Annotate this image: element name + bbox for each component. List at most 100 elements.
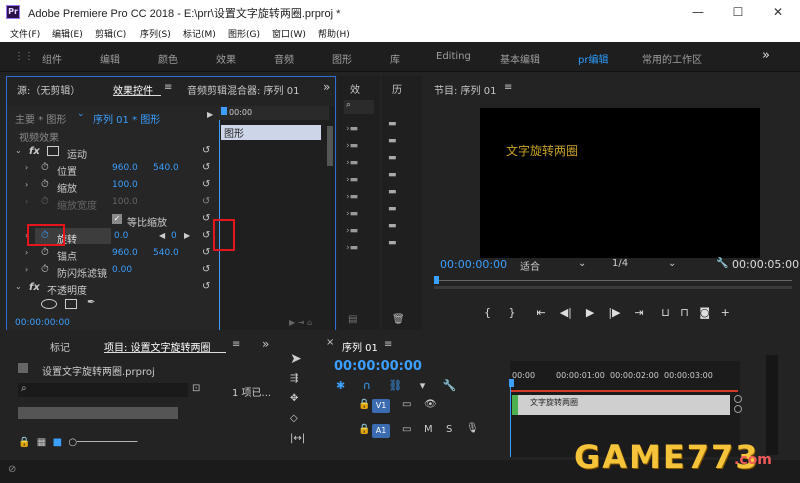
position-y-value[interactable]: 540.0 bbox=[153, 163, 179, 173]
workspace-tab-libraries[interactable]: 库 bbox=[390, 51, 400, 66]
timeline-scroll-handle-bottom[interactable] bbox=[734, 405, 742, 413]
effect-timecode[interactable]: 00:00:00:00 bbox=[15, 318, 70, 328]
reset-scale-icon[interactable]: ↺ bbox=[202, 179, 210, 190]
reset-flicker-icon[interactable]: ↺ bbox=[202, 264, 210, 275]
program-transport-controls[interactable]: { } ⇤ ◀| ▶ |▶ ⇥ ⊔ ⊓ ◙ + bbox=[484, 306, 730, 319]
project-search-input[interactable]: ⌕ bbox=[18, 383, 188, 397]
timeline-sequence-tab[interactable]: 序列 01 bbox=[342, 339, 378, 354]
history-list[interactable]: ▬ ▬ ▬ ▬ ▬ ▬ ▬ ▬ bbox=[388, 116, 397, 252]
program-playhead[interactable] bbox=[434, 276, 439, 284]
program-timecode[interactable]: 00:00:00:00 bbox=[440, 258, 507, 271]
position-expand-icon[interactable]: › bbox=[25, 163, 28, 172]
opacity-collapse-icon[interactable]: ⌄ bbox=[15, 282, 22, 291]
timeline-timecode[interactable]: 00:00:00:00 bbox=[334, 359, 422, 374]
anchor-y-value[interactable]: 540.0 bbox=[153, 248, 179, 258]
rotation-keyframe-value[interactable]: 0 bbox=[171, 231, 177, 241]
reset-uniform-icon[interactable]: ↺ bbox=[202, 213, 210, 224]
clip-graphic-bar[interactable]: 图形 bbox=[221, 125, 321, 140]
project-overflow-icon[interactable]: » bbox=[262, 337, 269, 351]
effects-tab[interactable]: 效 bbox=[350, 81, 360, 96]
a1-sync-lock-icon[interactable]: ▭ bbox=[402, 424, 411, 435]
motion-collapse-icon[interactable]: ⌄ bbox=[15, 146, 22, 155]
timeline-scroll-handle-top[interactable] bbox=[734, 395, 742, 403]
a1-mute-button[interactable]: M bbox=[424, 424, 433, 435]
sequence-clip-link[interactable]: 序列 01 * 图形 bbox=[93, 111, 160, 126]
program-video-frame[interactable]: 文字旋转两圈 bbox=[480, 108, 760, 258]
slip-tool-icon[interactable]: |↔| bbox=[290, 433, 305, 444]
ellipse-mask-icon[interactable] bbox=[41, 299, 57, 309]
effects-folder-list[interactable]: ›▬ ›▬ ›▬ ›▬ ›▬ ›▬ ›▬ ›▬ bbox=[346, 121, 358, 257]
workspace-tab-common[interactable]: 常用的工作区 bbox=[642, 51, 702, 66]
workspace-tab-assembly[interactable]: 组件 bbox=[42, 51, 62, 66]
tab-audio-clip-mixer[interactable]: 音频剪辑混合器: 序列 01 bbox=[187, 82, 299, 97]
a1-voiceover-icon[interactable]: 🎙 bbox=[466, 423, 479, 434]
program-zoom-bar[interactable] bbox=[434, 286, 792, 289]
menu-sequence[interactable]: 序列(S) bbox=[140, 27, 171, 40]
flicker-expand-icon[interactable]: › bbox=[25, 265, 28, 274]
a1-target-button[interactable]: A1 bbox=[372, 424, 390, 438]
keyframe-footer-icons[interactable]: ▶ ⇥ ⌂ bbox=[289, 318, 312, 327]
fit-dropdown[interactable]: 适合 ⌄ bbox=[520, 258, 590, 273]
menu-file[interactable]: 文件(F) bbox=[10, 27, 40, 40]
workspace-more-button[interactable]: » bbox=[762, 48, 770, 63]
resolution-dropdown[interactable]: 1/4 ⌄ bbox=[612, 258, 682, 272]
scale-value[interactable]: 100.0 bbox=[112, 180, 138, 190]
timeline-work-area-bar[interactable] bbox=[510, 390, 738, 392]
close-button[interactable]: ✕ bbox=[770, 4, 786, 20]
menu-clip[interactable]: 剪辑(C) bbox=[95, 27, 126, 40]
timeline-playhead[interactable] bbox=[509, 379, 514, 387]
program-scrub-bar[interactable] bbox=[434, 280, 792, 281]
anchor-stopwatch-icon[interactable]: ⏱ bbox=[41, 247, 49, 258]
timeline-menu-icon[interactable]: ≡ bbox=[384, 339, 392, 350]
flicker-value[interactable]: 0.00 bbox=[112, 265, 132, 275]
panel-overflow-icon[interactable]: » bbox=[323, 80, 330, 94]
timeline-toolbar[interactable]: ✱ ∩ ⛓ ▾ 🔧 bbox=[336, 379, 456, 392]
razor-tool-icon[interactable]: ◇ bbox=[290, 413, 298, 424]
v1-lock-icon[interactable]: 🔒 bbox=[358, 399, 370, 410]
settings-wrench-icon[interactable]: 🔧 bbox=[716, 258, 728, 269]
position-stopwatch-icon[interactable]: ⏱ bbox=[41, 162, 49, 173]
menu-marker[interactable]: 标记(M) bbox=[183, 27, 216, 40]
tab-markers[interactable]: 标记 bbox=[50, 339, 70, 354]
reset-opacity-icon[interactable]: ↺ bbox=[202, 281, 210, 292]
scale-expand-icon[interactable]: › bbox=[25, 180, 28, 189]
workspace-tab-editing-en[interactable]: Editing bbox=[436, 51, 471, 62]
menu-edit[interactable]: 编辑(E) bbox=[52, 27, 83, 40]
project-menu-icon[interactable]: ≡ bbox=[232, 339, 240, 350]
reset-scale-width-icon[interactable]: ↺ bbox=[202, 196, 210, 207]
program-monitor-title[interactable]: 节目: 序列 01 bbox=[434, 82, 496, 97]
pen-mask-icon[interactable]: ✒ bbox=[87, 297, 95, 308]
next-keyframe-icon[interactable]: ▶ bbox=[184, 231, 190, 240]
effects-new-bin-icon[interactable]: ▤ bbox=[348, 314, 357, 325]
reset-anchor-icon[interactable]: ↺ bbox=[202, 247, 210, 258]
history-tab[interactable]: 历 bbox=[392, 81, 402, 96]
v1-eye-icon[interactable]: 👁 bbox=[424, 399, 437, 410]
rectangle-mask-icon[interactable] bbox=[65, 299, 77, 309]
opacity-fx-icon[interactable]: fx bbox=[29, 282, 40, 293]
anchor-expand-icon[interactable]: › bbox=[25, 248, 28, 257]
menu-window[interactable]: 窗口(W) bbox=[272, 27, 306, 40]
fx-badge-icon[interactable]: fx bbox=[29, 146, 40, 157]
flicker-stopwatch-icon[interactable]: ⏱ bbox=[41, 264, 49, 275]
a1-lock-icon[interactable]: 🔒 bbox=[358, 424, 370, 435]
project-item-thumbnail[interactable] bbox=[18, 407, 178, 419]
effects-search-icon[interactable]: ⌕ bbox=[344, 100, 374, 114]
selection-tool-icon[interactable]: ➤ bbox=[290, 351, 302, 367]
workspace-tab-graphics[interactable]: 图形 bbox=[332, 51, 352, 66]
workspace-tab-pr-editing[interactable]: pr编辑 bbox=[578, 51, 608, 66]
program-menu-icon[interactable]: ≡ bbox=[504, 82, 512, 93]
history-delete-icon[interactable]: 🗑 bbox=[392, 314, 405, 325]
play-only-icon[interactable]: ▶ bbox=[207, 110, 213, 119]
a1-solo-button[interactable]: S bbox=[446, 424, 452, 435]
project-footer-controls[interactable]: 🔒 ▦ ■ ○────────── bbox=[18, 437, 137, 448]
workspace-tab-color[interactable]: 颜色 bbox=[158, 51, 178, 66]
motion-transform-icon[interactable] bbox=[47, 146, 59, 156]
playhead-marker[interactable] bbox=[221, 107, 227, 115]
workspace-tab-editing[interactable]: 编辑 bbox=[100, 51, 120, 66]
v1-sync-lock-icon[interactable]: ▭ bbox=[402, 399, 411, 410]
project-bin-icon[interactable]: ⊡ bbox=[192, 383, 200, 394]
prev-keyframe-icon[interactable]: ◀ bbox=[159, 231, 165, 240]
v1-target-button[interactable]: V1 bbox=[372, 399, 390, 413]
menu-help[interactable]: 帮助(H) bbox=[318, 27, 350, 40]
sequence-dropdown-arrow-icon[interactable]: ⌄ bbox=[77, 109, 85, 119]
